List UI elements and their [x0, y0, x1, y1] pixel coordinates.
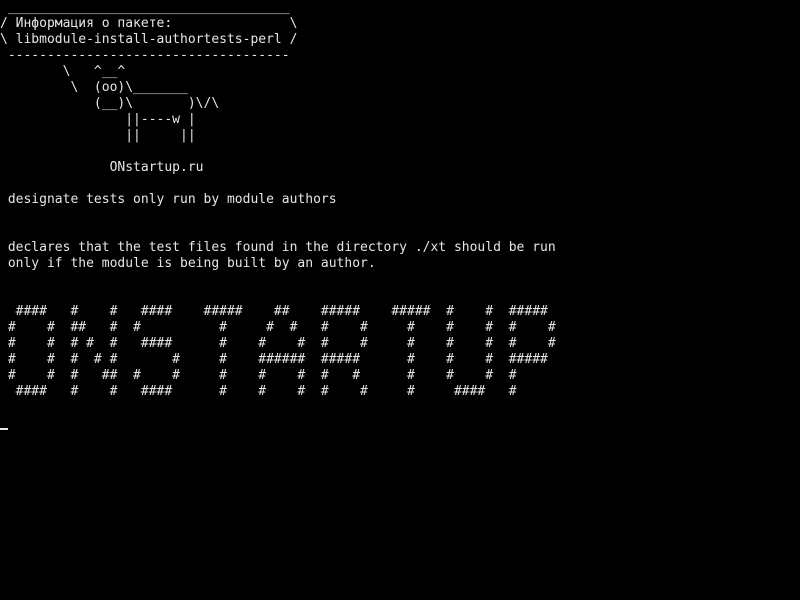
cow-line: \ (oo)\_______ [0, 80, 188, 95]
banner-line: # # # # # #### # # # # # # # # # # [0, 336, 556, 351]
site-name: ONstartup.ru [0, 160, 204, 175]
speech-bubble-package-name: \ libmodule-install-authortests-perl / [0, 32, 298, 47]
package-description: declares that the test files found in th… [0, 240, 800, 272]
speech-bubble-title: / Информация о пакете: \ [0, 16, 298, 31]
speech-bubble-top: ____________________________________ [0, 0, 290, 15]
banner-line: #### # # #### # # # # # # #### # [0, 384, 517, 399]
speech-bubble: ____________________________________ / И… [0, 0, 800, 64]
cow-line: ||----w | [0, 112, 196, 127]
description-line: only if the module is being built by an … [0, 256, 376, 271]
cow-line: (__)\ )\/\ [0, 96, 220, 111]
description-line: declares that the test files found in th… [0, 240, 556, 255]
ascii-cow: \ ^__^ \ (oo)\_______ (__)\ )\/\ ||----w… [0, 64, 800, 144]
package-summary: designate tests only run by module autho… [0, 192, 337, 207]
ascii-banner: #### # # #### ##### ## ##### ##### # # #… [0, 304, 800, 400]
cow-line: || || [0, 128, 196, 143]
banner-line: #### # # #### ##### ## ##### ##### # # #… [0, 304, 548, 319]
banner-line: # # # ## # # # # # # # # # # # [0, 368, 517, 383]
cow-line: \ ^__^ [0, 64, 126, 79]
terminal-screen[interactable]: ____________________________________ / И… [0, 0, 800, 600]
speech-bubble-bottom: ------------------------------------ [0, 48, 290, 63]
banner-line: # # # # # # # ###### ##### # # # ##### [0, 352, 548, 367]
text-cursor [0, 428, 8, 430]
banner-line: # # ## # # # # # # # # # # # # [0, 320, 556, 335]
